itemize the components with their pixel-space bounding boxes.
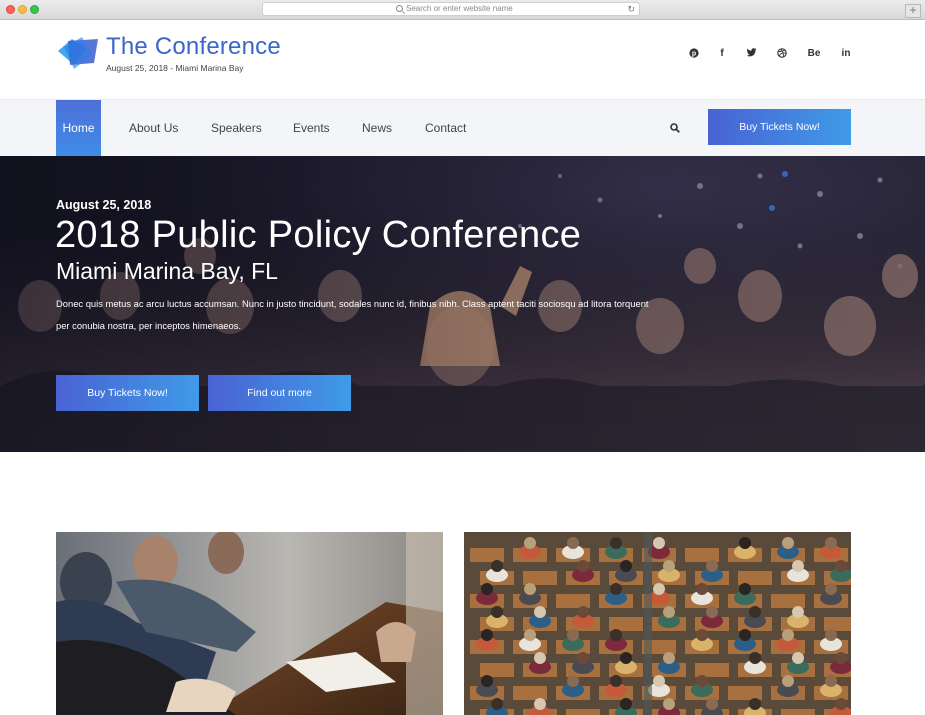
search-icon <box>396 5 403 12</box>
buy-tickets-nav-button[interactable]: Buy Tickets Now! <box>708 109 851 145</box>
facebook-icon[interactable]: f <box>713 48 731 59</box>
minimize-window-button[interactable] <box>18 5 27 14</box>
hero-location: Miami Marina Bay, FL <box>56 258 278 284</box>
maximize-window-button[interactable] <box>30 5 39 14</box>
main-navigation: Home About Us Speakers Events News Conta… <box>0 99 925 157</box>
browser-toolbar: Search or enter website name ↻ + <box>0 0 925 20</box>
logo-icon[interactable] <box>56 35 100 71</box>
linkedin-icon[interactable]: in <box>837 48 855 59</box>
site-tagline: August 25, 2018 - Miami Marina Bay <box>106 63 244 73</box>
address-bar[interactable]: Search or enter website name ↻ <box>262 2 640 16</box>
hero-description: Donec quis metus ac arcu luctus accumsan… <box>56 298 649 331</box>
behance-icon[interactable]: Be <box>805 48 823 59</box>
search-icon[interactable] <box>670 123 680 133</box>
new-tab-button[interactable]: + <box>905 4 921 18</box>
close-window-button[interactable] <box>6 5 15 14</box>
nav-item-events[interactable]: Events <box>293 100 330 157</box>
nav-item-speakers[interactable]: Speakers <box>211 100 262 157</box>
hero-title: 2018 Public Policy Conference <box>55 214 582 256</box>
find-out-more-button[interactable]: Find out more <box>208 375 351 411</box>
nav-item-contact[interactable]: Contact <box>425 100 466 157</box>
meeting-photo <box>56 532 443 715</box>
svg-text:p: p <box>692 51 696 58</box>
nav-item-about-us[interactable]: About Us <box>129 100 178 157</box>
twitter-icon[interactable] <box>742 48 760 58</box>
address-bar-placeholder: Search or enter website name <box>406 4 513 13</box>
dribbble-icon[interactable] <box>773 48 791 58</box>
auditorium-photo <box>464 532 851 715</box>
site-header: The Conference August 25, 2018 - Miami M… <box>0 21 925 99</box>
buy-tickets-hero-button[interactable]: Buy Tickets Now! <box>56 375 199 411</box>
pinterest-icon[interactable]: p <box>685 48 703 58</box>
site-title[interactable]: The Conference <box>106 33 281 61</box>
nav-item-news[interactable]: News <box>362 100 392 157</box>
hero-section: August 25, 2018 2018 Public Policy Confe… <box>0 156 925 452</box>
reload-icon[interactable]: ↻ <box>627 4 635 14</box>
nav-item-home[interactable]: Home <box>56 100 101 157</box>
hero-date: August 25, 2018 <box>56 198 152 212</box>
